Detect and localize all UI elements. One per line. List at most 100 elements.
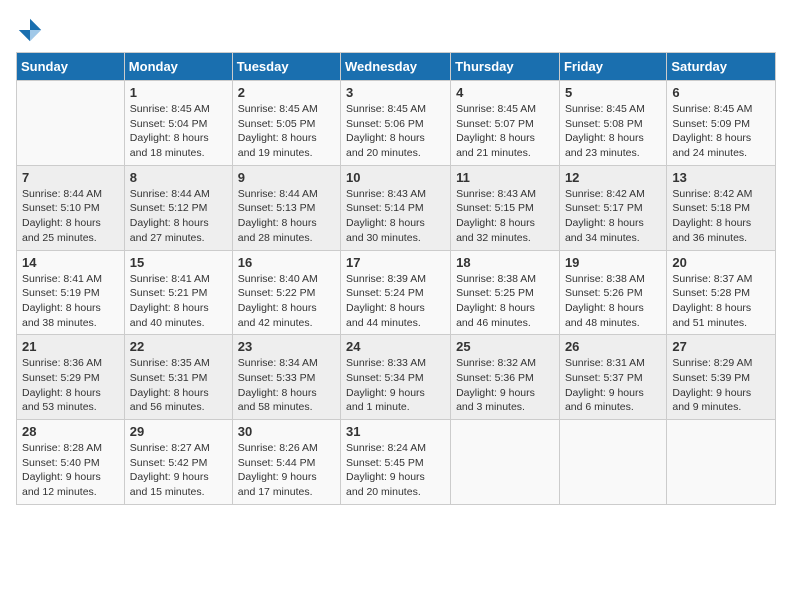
day-number: 23: [238, 339, 335, 354]
day-info: Sunrise: 8:44 AMSunset: 5:13 PMDaylight:…: [238, 187, 335, 246]
calendar-cell: 7 Sunrise: 8:44 AMSunset: 5:10 PMDaylight…: [17, 165, 125, 250]
calendar-cell: 31 Sunrise: 8:24 AMSunset: 5:45 PMDayligh…: [341, 420, 451, 505]
day-info: Sunrise: 8:33 AMSunset: 5:34 PMDaylight:…: [346, 356, 445, 415]
calendar-cell: 12 Sunrise: 8:42 AMSunset: 5:17 PMDayligh…: [559, 165, 666, 250]
day-info: Sunrise: 8:45 AMSunset: 5:09 PMDaylight:…: [672, 102, 770, 161]
day-number: 6: [672, 85, 770, 100]
header-saturday: Saturday: [667, 53, 776, 81]
day-info: Sunrise: 8:44 AMSunset: 5:10 PMDaylight:…: [22, 187, 119, 246]
day-number: 24: [346, 339, 445, 354]
logo: [16, 16, 48, 44]
calendar-week-3: 14 Sunrise: 8:41 AMSunset: 5:19 PMDayligh…: [17, 250, 776, 335]
calendar-week-4: 21 Sunrise: 8:36 AMSunset: 5:29 PMDayligh…: [17, 335, 776, 420]
header-monday: Monday: [124, 53, 232, 81]
day-info: Sunrise: 8:36 AMSunset: 5:29 PMDaylight:…: [22, 356, 119, 415]
day-info: Sunrise: 8:45 AMSunset: 5:06 PMDaylight:…: [346, 102, 445, 161]
calendar-cell: 19 Sunrise: 8:38 AMSunset: 5:26 PMDayligh…: [559, 250, 666, 335]
calendar-cell: 25Sunrise: 8:32 AMSunset: 5:36 PMDayligh…: [451, 335, 560, 420]
day-number: 29: [130, 424, 227, 439]
day-number: 12: [565, 170, 661, 185]
day-info: Sunrise: 8:38 AMSunset: 5:26 PMDaylight:…: [565, 272, 661, 331]
day-number: 16: [238, 255, 335, 270]
calendar-cell: 21 Sunrise: 8:36 AMSunset: 5:29 PMDayligh…: [17, 335, 125, 420]
calendar-cell: [559, 420, 666, 505]
calendar-cell: 10 Sunrise: 8:43 AMSunset: 5:14 PMDayligh…: [341, 165, 451, 250]
calendar-cell: [17, 81, 125, 166]
day-number: 13: [672, 170, 770, 185]
day-info: Sunrise: 8:42 AMSunset: 5:18 PMDaylight:…: [672, 187, 770, 246]
day-number: 7: [22, 170, 119, 185]
day-number: 19: [565, 255, 661, 270]
page-header: [16, 16, 776, 44]
calendar-cell: [451, 420, 560, 505]
day-number: 26: [565, 339, 661, 354]
calendar-cell: 17 Sunrise: 8:39 AMSunset: 5:24 PMDayligh…: [341, 250, 451, 335]
day-info: Sunrise: 8:39 AMSunset: 5:24 PMDaylight:…: [346, 272, 445, 331]
day-info: Sunrise: 8:28 AMSunset: 5:40 PMDaylight:…: [22, 441, 119, 500]
day-number: 31: [346, 424, 445, 439]
day-info: Sunrise: 8:41 AMSunset: 5:19 PMDaylight:…: [22, 272, 119, 331]
day-info: Sunrise: 8:43 AMSunset: 5:15 PMDaylight:…: [456, 187, 554, 246]
day-info: Sunrise: 8:35 AMSunset: 5:31 PMDaylight:…: [130, 356, 227, 415]
day-info: Sunrise: 8:45 AMSunset: 5:04 PMDaylight:…: [130, 102, 227, 161]
calendar-cell: 5Sunrise: 8:45 AMSunset: 5:08 PMDaylight…: [559, 81, 666, 166]
header-wednesday: Wednesday: [341, 53, 451, 81]
day-number: 18: [456, 255, 554, 270]
day-info: Sunrise: 8:42 AMSunset: 5:17 PMDaylight:…: [565, 187, 661, 246]
day-info: Sunrise: 8:24 AMSunset: 5:45 PMDaylight:…: [346, 441, 445, 500]
day-number: 17: [346, 255, 445, 270]
header-friday: Friday: [559, 53, 666, 81]
calendar-cell: 30 Sunrise: 8:26 AMSunset: 5:44 PMDayligh…: [232, 420, 340, 505]
calendar-week-2: 7 Sunrise: 8:44 AMSunset: 5:10 PMDaylight…: [17, 165, 776, 250]
calendar-cell: 14 Sunrise: 8:41 AMSunset: 5:19 PMDayligh…: [17, 250, 125, 335]
calendar-cell: 27Sunrise: 8:29 AMSunset: 5:39 PMDayligh…: [667, 335, 776, 420]
calendar-cell: 2 Sunrise: 8:45 AMSunset: 5:05 PMDaylight…: [232, 81, 340, 166]
day-number: 10: [346, 170, 445, 185]
calendar-cell: 6 Sunrise: 8:45 AMSunset: 5:09 PMDaylight…: [667, 81, 776, 166]
day-info: Sunrise: 8:45 AMSunset: 5:07 PMDaylight:…: [456, 102, 554, 161]
day-number: 11: [456, 170, 554, 185]
day-info: Sunrise: 8:44 AMSunset: 5:12 PMDaylight:…: [130, 187, 227, 246]
day-info: Sunrise: 8:40 AMSunset: 5:22 PMDaylight:…: [238, 272, 335, 331]
day-number: 5: [565, 85, 661, 100]
day-number: 28: [22, 424, 119, 439]
day-number: 15: [130, 255, 227, 270]
day-info: Sunrise: 8:38 AMSunset: 5:25 PMDaylight:…: [456, 272, 554, 331]
header-sunday: Sunday: [17, 53, 125, 81]
calendar-cell: 22Sunrise: 8:35 AMSunset: 5:31 PMDayligh…: [124, 335, 232, 420]
calendar-cell: 20 Sunrise: 8:37 AMSunset: 5:28 PMDayligh…: [667, 250, 776, 335]
day-number: 25: [456, 339, 554, 354]
calendar-cell: 4Sunrise: 8:45 AMSunset: 5:07 PMDaylight…: [451, 81, 560, 166]
calendar-cell: 9Sunrise: 8:44 AMSunset: 5:13 PMDaylight…: [232, 165, 340, 250]
day-number: 27: [672, 339, 770, 354]
header-tuesday: Tuesday: [232, 53, 340, 81]
calendar-cell: 15Sunrise: 8:41 AMSunset: 5:21 PMDayligh…: [124, 250, 232, 335]
calendar-cell: 8Sunrise: 8:44 AMSunset: 5:12 PMDaylight…: [124, 165, 232, 250]
day-info: Sunrise: 8:43 AMSunset: 5:14 PMDaylight:…: [346, 187, 445, 246]
calendar-header-row: SundayMondayTuesdayWednesdayThursdayFrid…: [17, 53, 776, 81]
day-number: 20: [672, 255, 770, 270]
day-number: 21: [22, 339, 119, 354]
calendar-cell: 24 Sunrise: 8:33 AMSunset: 5:34 PMDayligh…: [341, 335, 451, 420]
day-info: Sunrise: 8:45 AMSunset: 5:05 PMDaylight:…: [238, 102, 335, 161]
calendar-table: SundayMondayTuesdayWednesdayThursdayFrid…: [16, 52, 776, 505]
calendar-cell: 16 Sunrise: 8:40 AMSunset: 5:22 PMDayligh…: [232, 250, 340, 335]
calendar-cell: 28 Sunrise: 8:28 AMSunset: 5:40 PMDayligh…: [17, 420, 125, 505]
logo-icon: [16, 16, 44, 44]
calendar-cell: [667, 420, 776, 505]
calendar-cell: 26Sunrise: 8:31 AMSunset: 5:37 PMDayligh…: [559, 335, 666, 420]
day-info: Sunrise: 8:37 AMSunset: 5:28 PMDaylight:…: [672, 272, 770, 331]
calendar-week-1: 1 Sunrise: 8:45 AMSunset: 5:04 PMDaylight…: [17, 81, 776, 166]
day-number: 14: [22, 255, 119, 270]
header-thursday: Thursday: [451, 53, 560, 81]
calendar-cell: 11 Sunrise: 8:43 AMSunset: 5:15 PMDayligh…: [451, 165, 560, 250]
calendar-cell: 18 Sunrise: 8:38 AMSunset: 5:25 PMDayligh…: [451, 250, 560, 335]
calendar-cell: 3Sunrise: 8:45 AMSunset: 5:06 PMDaylight…: [341, 81, 451, 166]
day-number: 2: [238, 85, 335, 100]
day-info: Sunrise: 8:26 AMSunset: 5:44 PMDaylight:…: [238, 441, 335, 500]
calendar-week-5: 28 Sunrise: 8:28 AMSunset: 5:40 PMDayligh…: [17, 420, 776, 505]
calendar-cell: 23Sunrise: 8:34 AMSunset: 5:33 PMDayligh…: [232, 335, 340, 420]
calendar-cell: 13 Sunrise: 8:42 AMSunset: 5:18 PMDayligh…: [667, 165, 776, 250]
day-number: 30: [238, 424, 335, 439]
day-number: 1: [130, 85, 227, 100]
